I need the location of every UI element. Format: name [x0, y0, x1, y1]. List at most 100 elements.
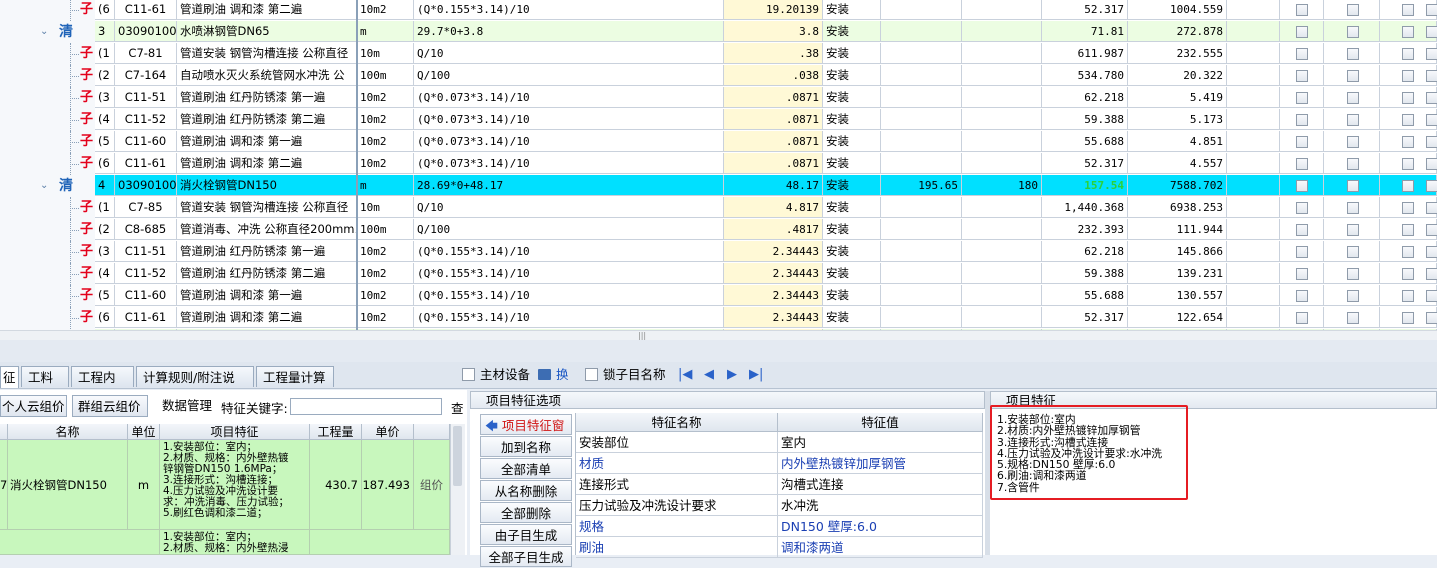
row-checkbox[interactable]: [1402, 202, 1414, 214]
row-checkbox[interactable]: [1402, 114, 1414, 126]
bill-row[interactable]: ⌄清4030901002C消火栓钢管DN150m28.69*0+48.1748.…: [0, 175, 1437, 198]
group-cloud-button[interactable]: 群组云组价: [72, 395, 148, 417]
cell-name[interactable]: 管道刷油 调和漆 第一遍: [177, 131, 357, 152]
cell-c10[interactable]: [962, 197, 1042, 218]
cell-type[interactable]: 安装: [823, 43, 881, 64]
row-checkbox[interactable]: [1296, 70, 1308, 82]
cell-c9[interactable]: [881, 197, 962, 218]
cell-c11[interactable]: 59.388: [1042, 109, 1128, 130]
cell-e1[interactable]: [1227, 87, 1280, 108]
cell-c11[interactable]: 611.987: [1042, 43, 1128, 64]
cell-seq[interactable]: (6: [95, 153, 115, 174]
cell-name[interactable]: 管道安装 钢管沟槽连接 公称直径: [177, 197, 357, 218]
cell-e1[interactable]: [1227, 65, 1280, 86]
swap-button[interactable]: 换: [538, 366, 569, 384]
bill-grid[interactable]: 子 (6 C11-61 管道刷油 调和漆 第二遍 10m2 (Q*0.155*3.14)/…: [0, 0, 1437, 330]
cell-name[interactable]: 管道刷油 调和漆 第二遍: [177, 153, 357, 174]
cell-c12[interactable]: 130.557: [1128, 285, 1227, 306]
cell-name[interactable]: 管道刷油 红丹防锈漆 第二遍: [177, 109, 357, 130]
cell-c9[interactable]: [881, 241, 962, 262]
row-checkbox[interactable]: [1347, 92, 1359, 104]
cell-qty[interactable]: 3.8: [724, 21, 823, 42]
cell-c11[interactable]: 52.317: [1042, 153, 1128, 174]
feature-value-cell[interactable]: 沟槽式连接: [778, 474, 983, 495]
cell-c10[interactable]: [962, 109, 1042, 130]
row-checkbox[interactable]: [1402, 180, 1414, 192]
cell-c11[interactable]: 534.780: [1042, 65, 1128, 86]
cell-qty[interactable]: .38: [724, 43, 823, 64]
cell-seq[interactable]: (4: [95, 263, 115, 284]
generate-all-sub-button[interactable]: 全部子目生成: [480, 546, 572, 567]
row-checkbox[interactable]: [1296, 290, 1308, 302]
all-bill-button[interactable]: 全部清单: [480, 458, 572, 479]
cell-e1[interactable]: [1227, 153, 1280, 174]
add-to-name-button[interactable]: 加到名称: [480, 436, 572, 457]
bill-row[interactable]: 子 (5 C11-60 管道刷油 调和漆 第一遍 10m2 (Q*0.155*3.14)/…: [0, 285, 1437, 308]
cell-qty[interactable]: 2.34443: [724, 307, 823, 328]
cell-seq[interactable]: (2: [95, 219, 115, 240]
lock-name-toggle[interactable]: 锁子目名称: [585, 366, 666, 384]
cell-c9[interactable]: [881, 65, 962, 86]
cell-code[interactable]: C11-61: [115, 0, 177, 20]
apply-price-button[interactable]: 组价: [414, 440, 450, 530]
tab-materials[interactable]: 工料机: [21, 366, 69, 406]
cell-c10[interactable]: [962, 65, 1042, 86]
cell-c12[interactable]: 4.557: [1128, 153, 1227, 174]
delete-all-button[interactable]: 全部删除: [480, 502, 572, 523]
cell-unit[interactable]: 10m2: [357, 0, 414, 20]
bill-row[interactable]: 子 (3 C11-51 管道刷油 红丹防锈漆 第一遍 10m2 (Q*0.155*3.14…: [0, 241, 1437, 264]
cell-type[interactable]: 安装: [823, 0, 881, 20]
cell-expr[interactable]: (Q*0.155*3.14)/10: [414, 241, 724, 262]
row-checkbox[interactable]: [1347, 180, 1359, 192]
cell-c9[interactable]: [881, 219, 962, 240]
cell-seq[interactable]: 4: [95, 175, 115, 196]
collapse-chevron-icon[interactable]: ⌄: [40, 26, 48, 38]
cell-qty[interactable]: 2.34443: [724, 285, 823, 306]
bill-row[interactable]: 子 (2 C8-685 管道消毒、冲洗 公称直径200mm以 100m Q/100.481…: [0, 219, 1437, 242]
cell-type[interactable]: 安装: [823, 109, 881, 130]
cell-expr[interactable]: (Q*0.073*3.14)/10: [414, 153, 724, 174]
feature-name-cell[interactable]: 连接形式: [576, 474, 778, 495]
cell-e1[interactable]: [1227, 241, 1280, 262]
cell-type[interactable]: 安装: [823, 87, 881, 108]
bill-row[interactable]: ⌄清3030901001C水喷淋钢管DN65m29.7*0+3.83.8安装71…: [0, 21, 1437, 44]
cell-code[interactable]: C7-85: [115, 197, 177, 218]
row-checkbox[interactable]: [1296, 114, 1308, 126]
cell-expr[interactable]: Q/10: [414, 197, 724, 218]
row-checkbox[interactable]: [1347, 70, 1359, 82]
row-checkbox[interactable]: [1402, 70, 1414, 82]
bill-row[interactable]: 子 (4 C11-52 管道刷油 红丹防锈漆 第二遍 10m2 (Q*0.155*3.14…: [0, 263, 1437, 286]
cell-c9[interactable]: [881, 131, 962, 152]
cell-c11[interactable]: 52.317: [1042, 307, 1128, 328]
row-checkbox[interactable]: [1426, 202, 1437, 214]
cell-c9[interactable]: [881, 307, 962, 328]
cell-code[interactable]: C11-51: [115, 241, 177, 262]
row-checkbox[interactable]: [1296, 92, 1308, 104]
cell-seq[interactable]: (1: [95, 43, 115, 64]
cell-code[interactable]: C11-51: [115, 87, 177, 108]
row-checkbox[interactable]: [1426, 290, 1437, 302]
cell-type[interactable]: 安装: [823, 307, 881, 328]
bill-row[interactable]: 子 (1 C7-85 管道安装 钢管沟槽连接 公称直径 10m Q/10 4.817 安装 1,…: [0, 197, 1437, 220]
cell-seq[interactable]: (5: [95, 131, 115, 152]
cell-e1[interactable]: [1227, 263, 1280, 284]
query-button[interactable]: 查: [451, 398, 464, 417]
cell-seq[interactable]: (1: [95, 197, 115, 218]
cloud-list-scrollbar[interactable]: [450, 424, 465, 555]
feature-window-button[interactable]: 🡄 项目特征窗口: [480, 414, 572, 454]
cell-qty[interactable]: 48.17: [724, 175, 823, 196]
row-checkbox[interactable]: [1402, 224, 1414, 236]
cell-c12[interactable]: 1004.559: [1128, 0, 1227, 20]
feature-name-cell[interactable]: 规格: [576, 516, 778, 537]
cell-name[interactable]: 水喷淋钢管DN65: [177, 21, 357, 42]
cell-qty[interactable]: 19.20139: [724, 0, 823, 20]
cell-c11[interactable]: 55.688: [1042, 285, 1128, 306]
row-checkbox[interactable]: [1296, 268, 1308, 280]
row-checkbox[interactable]: [1426, 136, 1437, 148]
cell-unit[interactable]: 10m2: [357, 263, 414, 284]
cell-code[interactable]: C11-61: [115, 153, 177, 174]
cell-c12[interactable]: 4.851: [1128, 131, 1227, 152]
cell-qty[interactable]: .0871: [724, 153, 823, 174]
row-checkbox[interactable]: [1296, 48, 1308, 60]
cell-code[interactable]: 030901001C: [115, 21, 177, 42]
